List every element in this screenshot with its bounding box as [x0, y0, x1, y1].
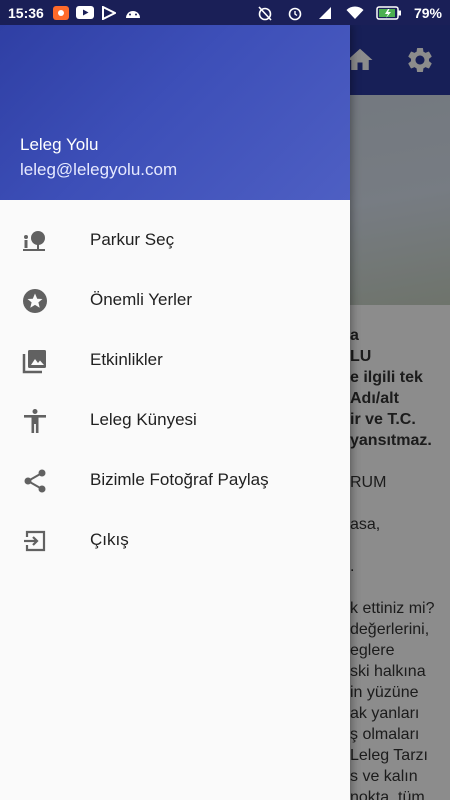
menu-item-label: Bizimle Fotoğraf Paylaş [90, 470, 269, 489]
alarm-icon [286, 6, 304, 20]
menu-item-label: Önemli Yerler [90, 290, 193, 309]
status-time: 15:36 [8, 4, 44, 21]
drawer-header: Leleg Yolu leleg@lelegyolu.com [0, 25, 350, 200]
menu-item-label: Leleg Künyesi [90, 410, 197, 429]
menu-item-parkur-sec[interactable]: Parkur Seç [0, 210, 350, 270]
play-store-icon [100, 5, 118, 20]
menu-item-label: Etkinlikler [90, 350, 163, 369]
menu-item-label: Çıkış [90, 530, 129, 549]
android-icon [124, 6, 142, 20]
person-icon [22, 408, 48, 434]
drawer-menu: Parkur Seç Önemli Yerler Etkinlikler Lel… [0, 200, 350, 570]
tree-person-icon [22, 228, 48, 254]
wifi-icon [346, 5, 364, 20]
photo-library-icon [22, 348, 48, 374]
menu-item-fotograf-paylas[interactable]: Bizimle Fotoğraf Paylaş [0, 450, 350, 510]
youtube-icon [75, 6, 94, 20]
app-notification-icon [52, 5, 70, 20]
navigation-drawer: Leleg Yolu leleg@lelegyolu.com Parkur Se… [0, 25, 350, 800]
signal-icon [316, 6, 334, 20]
battery-charging-icon [376, 5, 402, 20]
status-bar: 15:36 79% [0, 0, 450, 25]
menu-item-etkinlikler[interactable]: Etkinlikler [0, 330, 350, 390]
user-name: Leleg Yolu [20, 135, 99, 154]
menu-item-cikis[interactable]: Çıkış [0, 510, 350, 570]
battery-percentage: 79% [413, 4, 442, 21]
menu-item-leleg-kunyesi[interactable]: Leleg Künyesi [0, 390, 350, 450]
menu-item-onemli-yerler[interactable]: Önemli Yerler [0, 270, 350, 330]
alarm-off-icon [256, 5, 274, 21]
user-email: leleg@lelegyolu.com [20, 160, 178, 179]
share-icon [22, 468, 48, 494]
exit-icon [22, 528, 48, 554]
star-circle-icon [22, 288, 48, 314]
menu-item-label: Parkur Seç [90, 230, 175, 249]
